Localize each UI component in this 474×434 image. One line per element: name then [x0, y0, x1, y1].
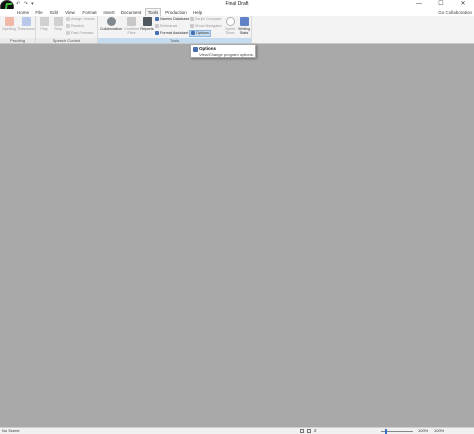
reports-label: Reports — [140, 27, 154, 31]
status-icon-2[interactable] — [307, 429, 311, 433]
tab-tools[interactable]: Tools — [145, 8, 161, 16]
proofing-group-label: Proofing — [0, 38, 35, 43]
collaboration-icon — [106, 17, 116, 26]
tab-file[interactable]: File — [33, 9, 45, 16]
window-controls: — ☐ ✕ — [408, 0, 474, 9]
collaboration-button[interactable]: Collaboration — [99, 17, 123, 31]
writing-stats-button[interactable]: Writing Stats — [237, 17, 251, 35]
tab-format[interactable]: Format — [81, 9, 98, 16]
names-database-button[interactable]: Names Database — [155, 17, 189, 22]
window-title: Final Draft — [225, 1, 249, 7]
assign-voices-label: Assign Voices — [71, 17, 95, 21]
options-menu-description: View/Change program options. — [199, 52, 254, 57]
title-bar: ↶ ↷ ▾ Final Draft — ☐ ✕ — [0, 0, 474, 14]
status-icon-1[interactable] — [300, 429, 304, 433]
tab-production[interactable]: Production — [164, 9, 188, 16]
options-menu-icon — [193, 47, 198, 52]
zoom-slider-thumb[interactable] — [384, 429, 387, 434]
tab-help[interactable]: Help — [191, 9, 204, 16]
maximize-button[interactable]: ☐ — [430, 0, 452, 9]
options-button[interactable]: Options — [189, 30, 212, 37]
rehearsal-icon — [155, 24, 159, 28]
spelling-label: Spelling — [2, 27, 16, 31]
collaboration-link[interactable]: Go Collaboration — [438, 9, 472, 16]
tab-home[interactable]: Home — [15, 9, 31, 16]
tab-view[interactable]: View — [63, 9, 77, 16]
stop-label: Stop — [54, 27, 62, 31]
speech-control-group: Play Stop Assign Voices Rewind Fast Forw… — [36, 16, 98, 43]
combine-files-icon — [127, 17, 136, 26]
timer-icon — [225, 17, 235, 26]
names-database-icon — [155, 17, 159, 21]
combine-files-button[interactable]: Combine Files — [124, 17, 139, 35]
show-navigator-label: Show Navigator — [195, 24, 222, 28]
fast-forward-icon — [66, 31, 70, 35]
collaboration-label: Collaboration — [99, 27, 123, 31]
play-icon — [39, 17, 49, 26]
reports-icon — [142, 17, 152, 26]
combine-files-label: Combine Files — [124, 27, 140, 35]
rewind-label: Rewind — [71, 24, 84, 28]
rehearsal-label: Rehearsal — [160, 24, 178, 28]
format-assistant-button[interactable]: Format Assistant — [155, 31, 188, 36]
scene-status: No Scene — [2, 428, 20, 433]
stop-button[interactable]: Stop — [52, 17, 64, 31]
thesaurus-button[interactable]: Thesaurus — [17, 17, 35, 31]
options-icon — [191, 31, 195, 35]
stop-icon — [53, 17, 63, 26]
options-dropdown[interactable]: Options View/Change program options. — [190, 44, 256, 58]
script-compare-button[interactable]: Script Compare — [190, 17, 221, 22]
sprint-timer-button[interactable]: Sprint Timer — [224, 17, 236, 35]
assign-voices-icon — [66, 17, 70, 21]
rewind-button[interactable]: Rewind — [66, 24, 84, 29]
tools-group: Collaboration Combine Files Reports Name… — [98, 16, 252, 43]
names-database-label: Names Database — [160, 17, 190, 21]
show-navigator-icon — [190, 24, 194, 28]
tab-document[interactable]: Document — [120, 9, 142, 16]
writing-stats-label: Writing Stats — [238, 27, 250, 35]
tab-insert[interactable]: Insert — [101, 9, 117, 16]
close-button[interactable]: ✕ — [452, 0, 474, 9]
tab-edit[interactable]: Edit — [48, 9, 60, 16]
speech-control-group-label: Speech Control — [36, 38, 97, 43]
thesaurus-icon — [21, 17, 31, 26]
format-assistant-label: Format Assistant — [160, 31, 189, 35]
play-label: Play — [40, 27, 48, 31]
fast-forward-button[interactable]: Fast Forward — [66, 31, 93, 36]
options-label: Options — [196, 31, 210, 35]
zoom-level-primary: 100% — [418, 428, 429, 433]
zoom-level-secondary: 100% — [434, 428, 445, 433]
thesaurus-label: Thesaurus — [17, 27, 35, 31]
status-bar: No Scene 2 100% 100% — [0, 427, 474, 434]
rewind-icon — [66, 24, 70, 28]
writing-stats-icon — [239, 17, 249, 26]
rehearsal-button[interactable]: Rehearsal — [155, 24, 177, 29]
fast-forward-label: Fast Forward — [71, 31, 94, 35]
minimize-button[interactable]: — — [408, 0, 430, 9]
format-assistant-icon — [155, 31, 159, 35]
ribbon-tabs: Home File Edit View Format Insert Docume… — [0, 8, 474, 16]
assign-voices-button[interactable]: Assign Voices — [66, 17, 95, 22]
reports-button[interactable]: Reports — [140, 17, 154, 31]
script-compare-label: Script Compare — [195, 17, 222, 21]
page-number: 2 — [314, 428, 317, 433]
spelling-icon — [4, 17, 14, 26]
spelling-button[interactable]: Spelling — [1, 17, 17, 31]
script-compare-icon — [190, 17, 194, 21]
show-navigator-button[interactable]: Show Navigator — [190, 24, 222, 29]
status-icons — [300, 429, 311, 433]
play-button[interactable]: Play — [38, 17, 50, 31]
proofing-group: Spelling Thesaurus Proofing — [0, 16, 36, 43]
options-menu-title: Options — [199, 46, 216, 51]
ribbon: Spelling Thesaurus Proofing Play Stop As… — [0, 16, 474, 44]
tools-group-label: Tools — [98, 38, 251, 43]
sprint-timer-label: Sprint Timer — [225, 27, 235, 35]
